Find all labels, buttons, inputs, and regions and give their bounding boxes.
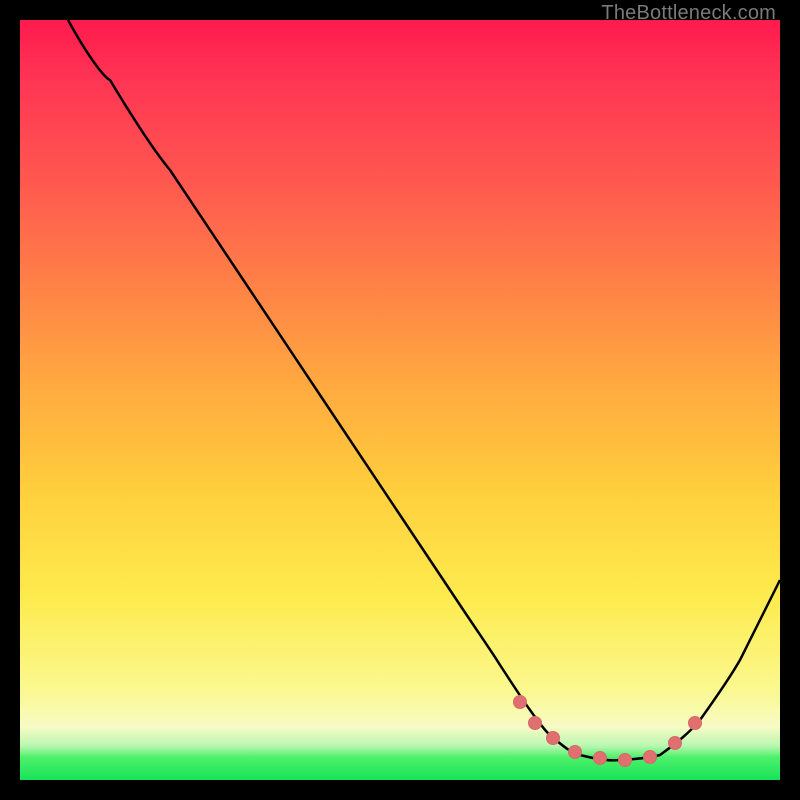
bottleneck-curve-svg [20,20,780,780]
marker-dot [594,752,607,765]
marker-dot [547,732,560,745]
marker-dot [619,754,632,767]
bottleneck-curve-path [68,20,780,760]
highlight-markers [514,696,702,767]
marker-dot [529,717,542,730]
marker-dot [669,737,682,750]
marker-dot [644,751,657,764]
marker-dot [689,717,702,730]
watermark-text: TheBottleneck.com [601,2,776,25]
chart-frame [20,20,780,780]
marker-dot [569,746,582,759]
marker-dot [514,696,527,709]
